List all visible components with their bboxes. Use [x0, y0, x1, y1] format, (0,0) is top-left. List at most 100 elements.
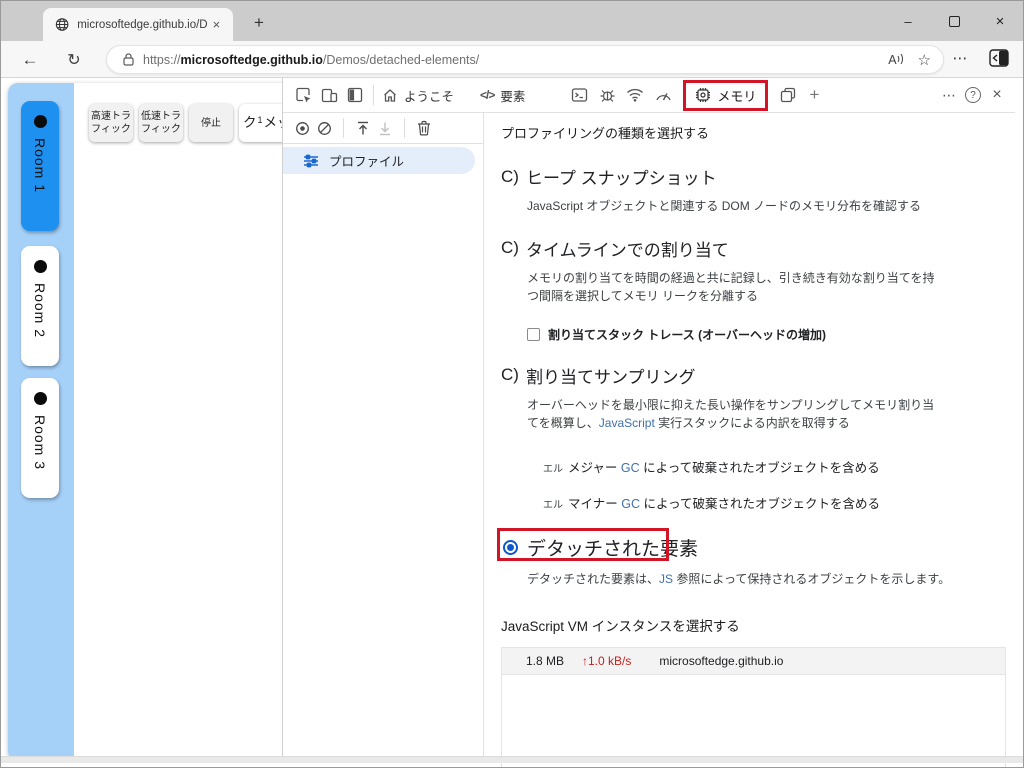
fast-traffic-button[interactable]: 高速トラフィック [89, 104, 133, 142]
tab-elements[interactable]: </> 要素 [480, 86, 525, 105]
browser-toolbar: ← ↻ https://microsoftedge.github.io/Demo… [1, 41, 1023, 78]
vm-heap-size: 1.8 MB [525, 653, 564, 668]
tab-welcome-label: ようこそ [404, 89, 455, 104]
tab-memory[interactable]: メモリ [683, 79, 769, 111]
profiles-pane: プロファイル [283, 113, 483, 756]
favorites-star-icon[interactable]: ☆ [918, 51, 931, 69]
new-tab-button[interactable]: + [247, 11, 271, 35]
devtools-toolbar: ようこそ </> 要素 メモリ + ⋯ ? × [283, 78, 1015, 113]
delete-profile-icon[interactable] [413, 118, 435, 138]
profiling-type-heading: プロファイリングの種類を選択する [501, 126, 710, 141]
vm-instances-heading: JavaScript VM インスタンスを選択する [501, 618, 740, 634]
vm-origin: microsoftedge.github.io [659, 653, 784, 668]
save-profile-icon [374, 118, 396, 138]
tab-welcome[interactable]: ようこそ [382, 86, 454, 105]
room-3-tab[interactable]: Room 3 [21, 378, 59, 498]
url-scheme: https:// [143, 52, 181, 67]
option-label: タイムラインでの割り当て [525, 240, 729, 260]
profiles-item-label: プロファイル [329, 155, 405, 169]
record-profile-icon[interactable] [291, 118, 313, 138]
network-wifi-icon[interactable] [625, 85, 645, 105]
radio-allocation-sampling[interactable]: C) [501, 365, 519, 385]
dock-side-icon[interactable] [345, 85, 365, 105]
allocation-stack-trace-checkbox[interactable] [527, 327, 540, 341]
demo-page: Room 1 Room 2 Room 3 高速トラフィック 低速トラフィック 停… [1, 78, 282, 763]
tab-memory-label: メモリ [717, 88, 757, 104]
add-panel-icon[interactable]: + [804, 85, 824, 105]
room-label: Room 2 [32, 283, 48, 339]
gc-checkbox-artifact: エル [543, 499, 563, 511]
copilot-sidebar-icon[interactable] [989, 49, 1009, 67]
chat-card: Room 1 Room 2 Room 3 高速トラフィック 低速トラフィック 停… [8, 83, 282, 761]
option-heap-snapshot[interactable]: C) ヒープ スナップショット [501, 164, 1016, 189]
bug-icon[interactable] [597, 85, 617, 105]
devtools-menu-icon[interactable]: ⋯ [939, 85, 959, 105]
url-host: microsoftedge.github.io [180, 52, 323, 67]
memory-panel: プロファイリングの種類を選択する C) ヒープ スナップショット JavaScr… [483, 113, 1016, 767]
tab-title: microsoftedge.github.io/Demos/d [77, 18, 208, 31]
maximize-icon [948, 15, 960, 27]
url-bar[interactable]: https://microsoftedge.github.io/Demos/de… [106, 45, 944, 74]
option-allocation-sampling[interactable]: C) 割り当てサンプリング [501, 363, 1016, 388]
slow-traffic-button[interactable]: 低速トラフィック [139, 104, 183, 142]
vm-instance-row[interactable]: 1.8 MB ↑1.0 kB/s microsoftedge.github.io [502, 647, 1005, 675]
profiles-toolbar [283, 113, 483, 144]
console-icon[interactable] [569, 85, 589, 105]
performance-gauge-icon[interactable] [653, 85, 673, 105]
title-bar: microsoftedge.github.io/Demos/d × + – × [1, 1, 1023, 41]
device-emulation-icon[interactable] [319, 85, 339, 105]
browser-window: microsoftedge.github.io/Demos/d × + – × … [0, 0, 1024, 768]
help-icon[interactable]: ? [965, 87, 981, 103]
window-bottom-frame [1, 756, 1023, 763]
clear-profiles-icon[interactable] [313, 118, 335, 138]
url-text: https://microsoftedge.github.io/Demos/de… [143, 53, 880, 67]
radio-dot [507, 543, 514, 551]
major-gc-option[interactable]: エル メジャー GC によって破棄されたオブジェクトを含める [543, 457, 1016, 476]
lock-icon[interactable] [123, 53, 134, 66]
stop-button[interactable]: 停止 [189, 104, 233, 142]
room-2-tab[interactable]: Room 2 [21, 246, 59, 366]
toolbar-divider [373, 85, 374, 105]
memory-chip-icon [696, 88, 711, 102]
gc-checkbox-artifact: エル [543, 463, 563, 475]
sidebar-item-profiles[interactable]: プロファイル [283, 147, 475, 174]
read-aloud-icon[interactable]: A [888, 53, 903, 67]
minimize-button[interactable]: – [885, 1, 931, 41]
browser-tab[interactable]: microsoftedge.github.io/Demos/d × [43, 8, 233, 41]
minor-gc-option[interactable]: エル マイナー GC によって破棄されたオブジェクトを含める [543, 493, 1016, 512]
room-dot-icon [33, 260, 47, 273]
room-dot-icon [33, 115, 47, 128]
option-description: メモリの割り当てを時間の経過と共に記録し、引き続き有効な割り当てを持つ間隔を選択… [527, 270, 935, 304]
window-controls: – × [885, 1, 1023, 41]
option-detached-elements[interactable]: デタッチされた要素 [497, 527, 1016, 561]
option-allocation-timeline[interactable]: C) タイムラインでの割り当て [501, 236, 1016, 261]
maximize-button[interactable] [931, 1, 977, 41]
option-label: ヒープ スナップショット [525, 169, 717, 188]
toolbar-divider [404, 118, 405, 138]
radio-heap-snapshot[interactable]: C) [501, 167, 519, 187]
load-profile-icon[interactable] [352, 118, 374, 138]
message-button[interactable]: ク1メッセージ [239, 104, 282, 142]
more-tools-layers-icon[interactable] [778, 85, 798, 105]
tab-close-button[interactable]: × [208, 16, 225, 34]
inspect-element-icon[interactable] [293, 85, 313, 105]
toolbar-divider [343, 118, 344, 138]
radio-allocation-timeline[interactable]: C) [501, 238, 519, 258]
browser-menu-icon[interactable]: ⋯ [949, 49, 971, 67]
allocation-stack-trace-row: 割り当てスタック トレース (オーバーヘッドの増加) [527, 326, 1016, 343]
option-description: オーバーヘッドを最小限に抑えた長い操作をサンプリングしてメモリ割り当てを概算し、… [527, 397, 935, 431]
home-icon [384, 88, 396, 102]
vm-allocation-rate: ↑1.0 kB/s [582, 653, 632, 668]
sliders-icon [304, 154, 318, 167]
close-window-button[interactable]: × [977, 1, 1023, 41]
detached-elements-description: デタッチされた要素は、JS 参照によって保持されるオブジェクトを示します。 [527, 571, 951, 586]
radio-detached-elements-selected[interactable] [503, 539, 518, 555]
refresh-button[interactable]: ↻ [61, 47, 87, 73]
content-area: Room 1 Room 2 Room 3 高速トラフィック 低速トラフィック 停… [1, 78, 1023, 767]
room-1-tab[interactable]: Room 1 [21, 101, 59, 231]
globe-favicon-icon [55, 18, 69, 31]
back-button[interactable]: ← [17, 47, 43, 73]
detached-elements-label: デタッチされた要素 [527, 538, 699, 560]
option-description: JavaScript オブジェクトと関連する DOM ノードのメモリ分布を確認す… [527, 199, 922, 213]
close-devtools-icon[interactable]: × [987, 85, 1007, 105]
